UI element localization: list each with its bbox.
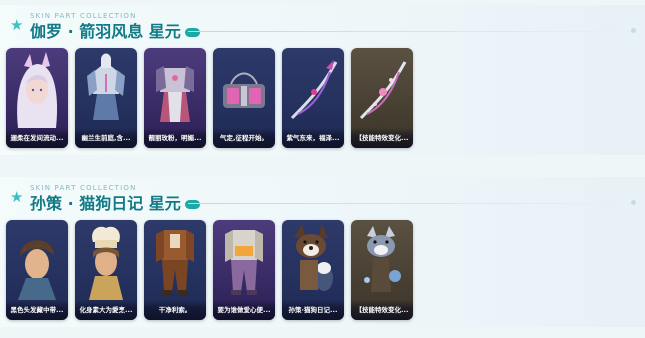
skin-part-card[interactable]: 【技能特效变化...: [351, 220, 413, 320]
section-title: 孙策 · 猫狗日记 星元: [30, 194, 200, 214]
section-title: 伽罗 · 箭羽风息 星元: [30, 22, 200, 42]
armor-outfit-icon: [156, 66, 194, 122]
skin-part-card[interactable]: 要为谁做爱心便...: [213, 220, 275, 320]
section-title-text: 伽罗 · 箭羽风息 星元: [30, 22, 181, 41]
card-label: 逦柔在发间流动...: [6, 128, 68, 148]
bow-effect-icon: [359, 61, 407, 120]
card-label: 孙策·猫狗日记...: [282, 300, 344, 320]
dog-companion-icon: [294, 224, 333, 291]
star-icon: ★: [10, 188, 24, 206]
skin-part-card[interactable]: 逦柔在发间流动...: [6, 48, 68, 148]
skin-part-row: 黑色头发藏中带... 化身素大为愛烹... 干净利索。 要为谁做爱心便... 孙…: [6, 220, 416, 320]
pill-badge-icon: [184, 28, 200, 37]
armor-top-icon: [87, 53, 125, 120]
skin-collection-section-1: ★ SKIN PART COLLECTION 伽罗 · 箭羽风息 星元 逦柔在发…: [0, 5, 645, 155]
skin-part-card[interactable]: 气定,征程开始。: [213, 48, 275, 148]
skin-part-card[interactable]: 孙策·猫狗日记...: [282, 220, 344, 320]
hair-portrait-icon: [18, 240, 56, 300]
section-header: ★ SKIN PART COLLECTION 孙策 · 猫狗日记 星元: [10, 182, 640, 222]
quiver-bag-icon: [223, 72, 265, 108]
card-label: 化身素大为愛烹...: [75, 300, 137, 320]
section-subtitle: SKIN PART COLLECTION: [30, 184, 137, 192]
card-label: 幽兰生前庭,含...: [75, 128, 137, 148]
section-header: ★ SKIN PART COLLECTION 伽罗 · 箭羽风息 星元: [10, 10, 640, 50]
card-label: 气定,征程开始。: [213, 128, 275, 148]
skin-part-card[interactable]: 【技能特效变化...: [351, 48, 413, 148]
brown-outfit-icon: [156, 230, 194, 295]
section-title-text: 孙策 · 猫狗日记 星元: [30, 194, 181, 213]
hoodie-outfit-icon: [225, 230, 263, 295]
dot-icon: [631, 28, 636, 33]
card-label: 【技能特效变化...: [351, 300, 413, 320]
skin-part-card[interactable]: 紫气东来，福泽...: [282, 48, 344, 148]
skin-part-card[interactable]: 靓丽玫粉，明媚...: [144, 48, 206, 148]
dot-icon: [631, 200, 636, 205]
card-label: 【技能特效变化...: [351, 128, 413, 148]
bow-weapon-icon: [290, 60, 338, 120]
divider: [188, 203, 638, 204]
card-label: 要为谁做爱心便...: [213, 300, 275, 320]
skin-part-card[interactable]: 幽兰生前庭,含...: [75, 48, 137, 148]
star-icon: ★: [10, 16, 24, 34]
card-label: 靓丽玫粉，明媚...: [144, 128, 206, 148]
skin-collection-section-2: ★ SKIN PART COLLECTION 孙策 · 猫狗日记 星元 黑色头发…: [0, 177, 645, 327]
skin-part-card[interactable]: 化身素大为愛烹...: [75, 220, 137, 320]
chef-hat-icon: [89, 226, 123, 300]
dog-effect-icon: [364, 226, 401, 292]
skin-part-card[interactable]: 干净利索。: [144, 220, 206, 320]
card-label: 黑色头发藏中带...: [6, 300, 68, 320]
skin-part-card[interactable]: 黑色头发藏中带...: [6, 220, 68, 320]
divider: [188, 31, 638, 32]
hair-portrait-icon: [17, 52, 58, 128]
card-label: 紫气东来，福泽...: [282, 128, 344, 148]
card-label: 干净利索。: [144, 300, 206, 320]
skin-part-row: 逦柔在发间流动... 幽兰生前庭,含... 靓丽玫粉，明媚... 气定,征程开始…: [6, 48, 416, 148]
pill-badge-icon: [184, 200, 200, 209]
section-subtitle: SKIN PART COLLECTION: [30, 12, 137, 20]
